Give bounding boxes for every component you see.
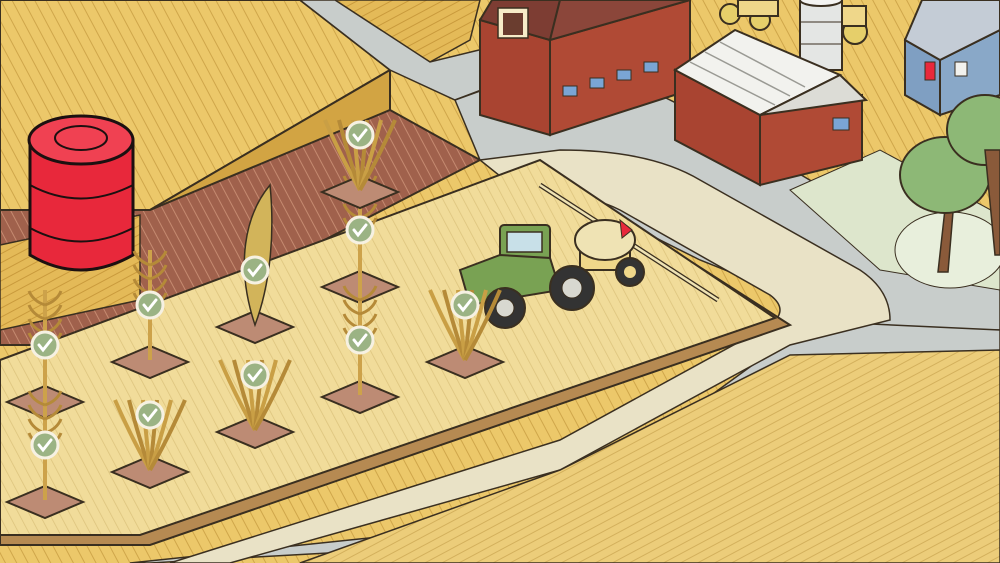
check-badge bbox=[240, 360, 270, 390]
check-badge bbox=[450, 290, 480, 320]
check-badge bbox=[345, 325, 375, 355]
check-badge bbox=[345, 215, 375, 245]
check-badge bbox=[135, 400, 165, 430]
red-barrel-icon bbox=[27, 114, 135, 272]
farm-scene bbox=[0, 0, 1000, 563]
check-badge bbox=[240, 255, 270, 285]
check-badge bbox=[135, 290, 165, 320]
check-badge bbox=[30, 430, 60, 460]
check-badge bbox=[30, 330, 60, 360]
check-badge bbox=[345, 120, 375, 150]
